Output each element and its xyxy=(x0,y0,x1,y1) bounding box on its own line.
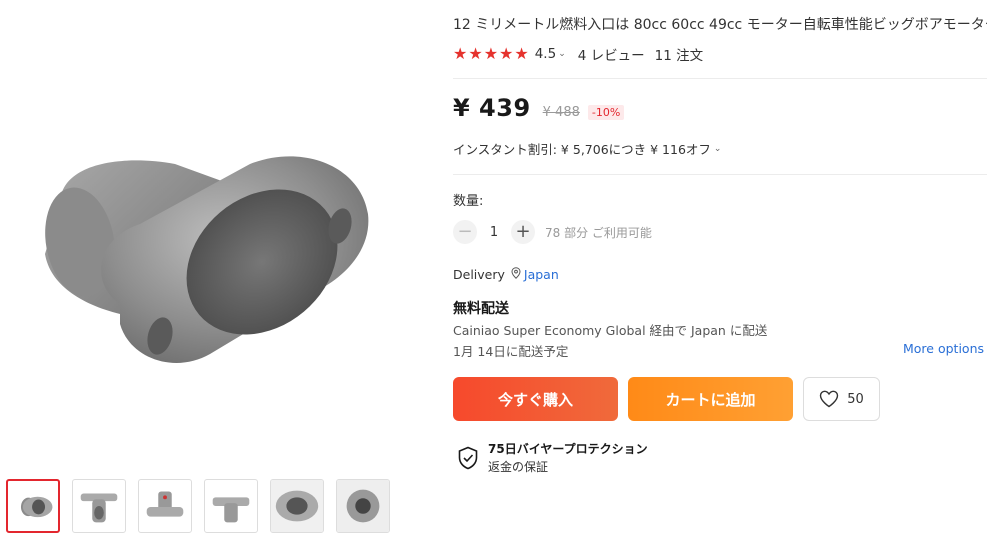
wishlist-button[interactable]: 50 xyxy=(803,377,880,421)
quantity-increase-button[interactable]: + xyxy=(511,220,535,244)
star-icon: ★ xyxy=(453,44,468,63)
quantity-label: 数量: xyxy=(453,194,484,209)
divider xyxy=(453,174,987,175)
thumbnail-4[interactable] xyxy=(204,479,258,533)
buyer-protection[interactable]: 75日バイヤープロテクション 返金の保証 xyxy=(457,440,648,475)
quantity-stepper: − 1 + 78 部分 ご利用可能 xyxy=(453,220,652,244)
protection-subtitle: 返金の保証 xyxy=(488,460,549,474)
thumbnail-2[interactable] xyxy=(72,479,126,533)
thumbnail-6[interactable] xyxy=(336,479,390,533)
delivery-row: Delivery Japan xyxy=(453,267,559,282)
original-price: ¥ 488 xyxy=(542,105,580,120)
review-count[interactable]: 4 レビュー xyxy=(578,44,645,64)
shipping-title: 無料配送 xyxy=(453,301,509,317)
star-icon: ★ xyxy=(468,44,483,63)
rating-stars: ★ ★ ★ ★ ★ xyxy=(453,46,529,62)
quantity-available: 78 部分 ご利用可能 xyxy=(545,225,652,240)
add-to-cart-button[interactable]: カートに追加 xyxy=(628,377,793,421)
divider xyxy=(453,78,987,79)
rating-row: ★ ★ ★ ★ ★ 4.5 ⌄ 4 レビュー 11 注文 xyxy=(453,44,704,65)
more-options-link[interactable]: More options xyxy=(903,341,984,356)
shield-check-icon xyxy=(458,446,478,469)
rating-value[interactable]: 4.5 xyxy=(535,46,556,62)
chevron-down-icon: ⌄ xyxy=(713,143,722,154)
wishlist-count: 50 xyxy=(847,391,864,407)
intake-manifold-image xyxy=(45,156,369,363)
product-gallery xyxy=(0,0,425,559)
instant-discount-text: インスタント割引: ¥ 5,706につき ¥ 116オフ xyxy=(453,142,711,157)
product-info-panel: 12 ミリメートル燃料入口は 80cc 60cc 49cc モーター自転車性能ビ… xyxy=(453,0,987,559)
buy-now-button[interactable]: 今すぐ購入 xyxy=(453,377,618,421)
current-price: ¥ 439 xyxy=(453,94,531,122)
main-product-image[interactable] xyxy=(0,14,425,454)
quantity-value[interactable]: 1 xyxy=(477,225,511,240)
thumbnail-5[interactable] xyxy=(270,479,324,533)
thumbnail-3[interactable] xyxy=(138,479,192,533)
delivery-label: Delivery xyxy=(453,267,505,282)
shipping-date: 1月 14日に配送予定 xyxy=(453,344,569,359)
shipping-method: Cainiao Super Economy Global 経由で Japan に… xyxy=(453,323,768,338)
instant-discount[interactable]: インスタント割引: ¥ 5,706につき ¥ 116オフ ⌄ xyxy=(453,139,733,158)
star-icon: ★ xyxy=(483,44,499,63)
price-row: ¥ 439 ¥ 488 -10% xyxy=(453,94,625,122)
star-icon: ★ xyxy=(514,44,529,63)
product-title: 12 ミリメートル燃料入口は 80cc 60cc 49cc モーター自転車性能ビ… xyxy=(453,17,987,33)
protection-title: 75日バイヤープロテクション xyxy=(488,442,648,456)
order-count: 11 注文 xyxy=(654,48,704,64)
thumbnail-1[interactable] xyxy=(6,479,60,533)
chevron-down-icon[interactable]: ⌄ xyxy=(558,49,566,59)
heart-icon xyxy=(820,390,839,408)
delivery-location-link[interactable]: Japan xyxy=(524,267,559,282)
thumbnail-strip xyxy=(6,479,390,533)
quantity-decrease-button[interactable]: − xyxy=(453,220,477,244)
star-icon: ★ xyxy=(499,44,514,63)
location-pin-icon xyxy=(511,267,521,282)
discount-badge: -10% xyxy=(587,105,625,120)
